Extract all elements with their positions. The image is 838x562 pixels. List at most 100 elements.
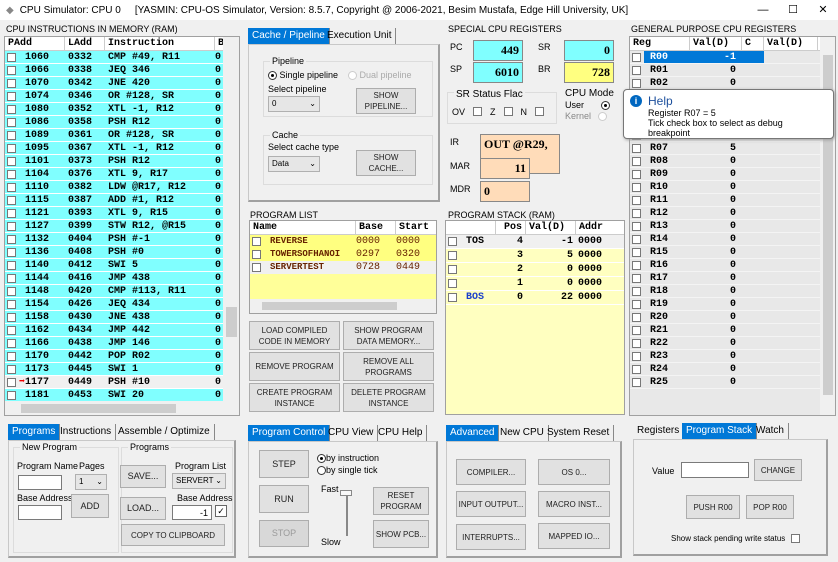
- br-register[interactable]: 728: [564, 62, 614, 83]
- breakpoint-checkbox[interactable]: [7, 313, 16, 322]
- base-address-checkbox[interactable]: ✓: [215, 505, 227, 517]
- register-breakpoint-checkbox[interactable]: [632, 157, 641, 166]
- col-val-d2[interactable]: Val(D): [764, 37, 818, 50]
- breakpoint-checkbox[interactable]: [7, 352, 16, 361]
- instruction-row[interactable]: ➡1177 0449 PSH #10 0: [5, 376, 239, 389]
- stack-row[interactable]: BOS 0 22 0000: [446, 291, 624, 305]
- instruction-row[interactable]: 1136 0408 PSH #0 0: [5, 246, 239, 259]
- ov-flag-checkbox[interactable]: [473, 107, 483, 116]
- tab-cpu-view[interactable]: CPU View: [324, 425, 379, 441]
- col-instruction[interactable]: Instruction: [105, 37, 215, 50]
- tab-cache-pipeline[interactable]: Cache / Pipeline: [248, 28, 330, 44]
- z-flag-checkbox[interactable]: [503, 107, 513, 116]
- instruction-row[interactable]: 1110 0382 LDW @R17, R12 0: [5, 181, 239, 194]
- col-val-d[interactable]: Val(D): [690, 37, 742, 50]
- register-row[interactable]: R25 0: [630, 376, 835, 389]
- col-start[interactable]: Start: [396, 221, 436, 234]
- pop-r00-button[interactable]: POP R00: [746, 495, 794, 519]
- program-list-hscroll[interactable]: [250, 299, 436, 313]
- register-row[interactable]: R11 0: [630, 194, 835, 207]
- instruction-row[interactable]: 1173 0445 SWI 1 0: [5, 363, 239, 376]
- instruction-row[interactable]: 1101 0373 PSH R12 0: [5, 155, 239, 168]
- copy-to-clipboard-button[interactable]: COPY TO CLIPBOARD: [121, 524, 225, 546]
- pending-status-checkbox[interactable]: [791, 534, 800, 543]
- register-row[interactable]: R15 0: [630, 246, 835, 259]
- instruction-row[interactable]: 1115 0387 ADD #1, R12 0: [5, 194, 239, 207]
- register-row[interactable]: R08 0: [630, 155, 835, 168]
- register-row[interactable]: R01 0: [630, 64, 835, 77]
- reset-program-button[interactable]: RESET PROGRAM: [373, 487, 429, 515]
- register-breakpoint-checkbox[interactable]: [632, 144, 641, 153]
- instruction-row[interactable]: 1140 0412 SWI 5 0: [5, 259, 239, 272]
- breakpoint-checkbox[interactable]: [7, 378, 16, 387]
- instruction-row[interactable]: 1086 0358 PSH R12 0: [5, 116, 239, 129]
- close-button[interactable]: ✕: [808, 0, 838, 20]
- pages-select[interactable]: 1 ⌄: [75, 474, 107, 490]
- change-button[interactable]: CHANGE: [754, 459, 802, 481]
- stack-checkbox[interactable]: [448, 293, 457, 302]
- tab-cpu-help[interactable]: CPU Help: [374, 425, 428, 441]
- program-stack-table[interactable]: Pos Val(D) Addr TOS 4 -1 0000 3 5 0000 2…: [445, 220, 625, 415]
- instruction-row[interactable]: 1166 0438 JMP 146 0: [5, 337, 239, 350]
- register-row[interactable]: R13 0: [630, 220, 835, 233]
- register-breakpoint-checkbox[interactable]: [632, 209, 641, 218]
- register-breakpoint-checkbox[interactable]: [632, 300, 641, 309]
- breakpoint-checkbox[interactable]: [7, 287, 16, 296]
- program-checkbox[interactable]: [252, 250, 261, 259]
- stop-button[interactable]: STOP: [259, 520, 309, 547]
- pc-register[interactable]: 449: [473, 40, 523, 61]
- register-row[interactable]: R18 0: [630, 285, 835, 298]
- breakpoint-checkbox[interactable]: [7, 170, 16, 179]
- instruction-row[interactable]: 1060 0332 CMP #49, R11 0: [5, 51, 239, 64]
- register-breakpoint-checkbox[interactable]: [632, 170, 641, 179]
- base-address2-input[interactable]: -1: [172, 505, 212, 520]
- program-list-select[interactable]: SERVERT ⌄: [172, 473, 226, 489]
- breakpoint-checkbox[interactable]: [7, 300, 16, 309]
- push-r00-button[interactable]: PUSH R00: [686, 495, 740, 519]
- instruction-row[interactable]: 1104 0376 XTL 9, R17 0: [5, 168, 239, 181]
- instruction-row[interactable]: 1070 0342 JNE 420 0: [5, 77, 239, 90]
- instruction-row[interactable]: 1170 0442 POP R02 0: [5, 350, 239, 363]
- program-row[interactable]: SERVERTEST 0728 0449: [250, 261, 436, 274]
- maximize-button[interactable]: ☐: [778, 0, 808, 20]
- sr-register[interactable]: 0: [564, 40, 614, 61]
- tab-assemble-optimize[interactable]: Assemble / Optimize: [114, 424, 215, 440]
- program-list-table[interactable]: Name Base Start REVERSE 0000 0000 TOWERS…: [249, 220, 437, 314]
- minimize-button[interactable]: —: [748, 0, 778, 20]
- tab-new-cpu[interactable]: New CPU: [496, 425, 549, 441]
- mar-register[interactable]: 11: [480, 158, 530, 179]
- program-checkbox[interactable]: [252, 237, 261, 246]
- tab-execution-unit[interactable]: Execution Unit: [323, 28, 397, 44]
- interrupts-button[interactable]: INTERRUPTS...: [456, 524, 526, 550]
- col-c[interactable]: C: [742, 37, 764, 50]
- kernel-mode-radio[interactable]: Kernel: [565, 111, 607, 122]
- add-button[interactable]: ADD: [71, 494, 109, 518]
- register-row[interactable]: R09 0: [630, 168, 835, 181]
- macro-inst-button[interactable]: MACRO INST...: [538, 491, 610, 517]
- tab-watch[interactable]: Watch: [752, 423, 789, 439]
- breakpoint-checkbox[interactable]: [7, 157, 16, 166]
- register-row[interactable]: R00 -1: [630, 51, 835, 64]
- col-addr[interactable]: Addr: [576, 221, 616, 234]
- instruction-row[interactable]: 1121 0393 XTL 9, R15 0: [5, 207, 239, 220]
- remove-program-button[interactable]: REMOVE PROGRAM: [249, 352, 340, 381]
- register-breakpoint-checkbox[interactable]: [632, 274, 641, 283]
- register-breakpoint-checkbox[interactable]: [632, 53, 641, 62]
- register-breakpoint-checkbox[interactable]: [632, 352, 641, 361]
- instruction-row[interactable]: 1154 0426 JEQ 434 0: [5, 298, 239, 311]
- register-breakpoint-checkbox[interactable]: [632, 339, 641, 348]
- instruction-row[interactable]: 1095 0367 XTL -1, R12 0: [5, 142, 239, 155]
- register-row[interactable]: R20 0: [630, 311, 835, 324]
- os-button[interactable]: OS 0...: [538, 459, 610, 485]
- register-breakpoint-checkbox[interactable]: [632, 261, 641, 270]
- register-row[interactable]: R23 0: [630, 350, 835, 363]
- breakpoint-checkbox[interactable]: [7, 196, 16, 205]
- register-row[interactable]: R19 0: [630, 298, 835, 311]
- register-row[interactable]: R17 0: [630, 272, 835, 285]
- n-flag-checkbox[interactable]: [535, 107, 545, 116]
- tab-instructions[interactable]: Instructions: [56, 424, 117, 440]
- instruction-row[interactable]: 1144 0416 JMP 438 0: [5, 272, 239, 285]
- instruction-row[interactable]: 1089 0361 OR #128, SR 0: [5, 129, 239, 142]
- breakpoint-checkbox[interactable]: [7, 222, 16, 231]
- instructions-vscroll[interactable]: [223, 37, 239, 401]
